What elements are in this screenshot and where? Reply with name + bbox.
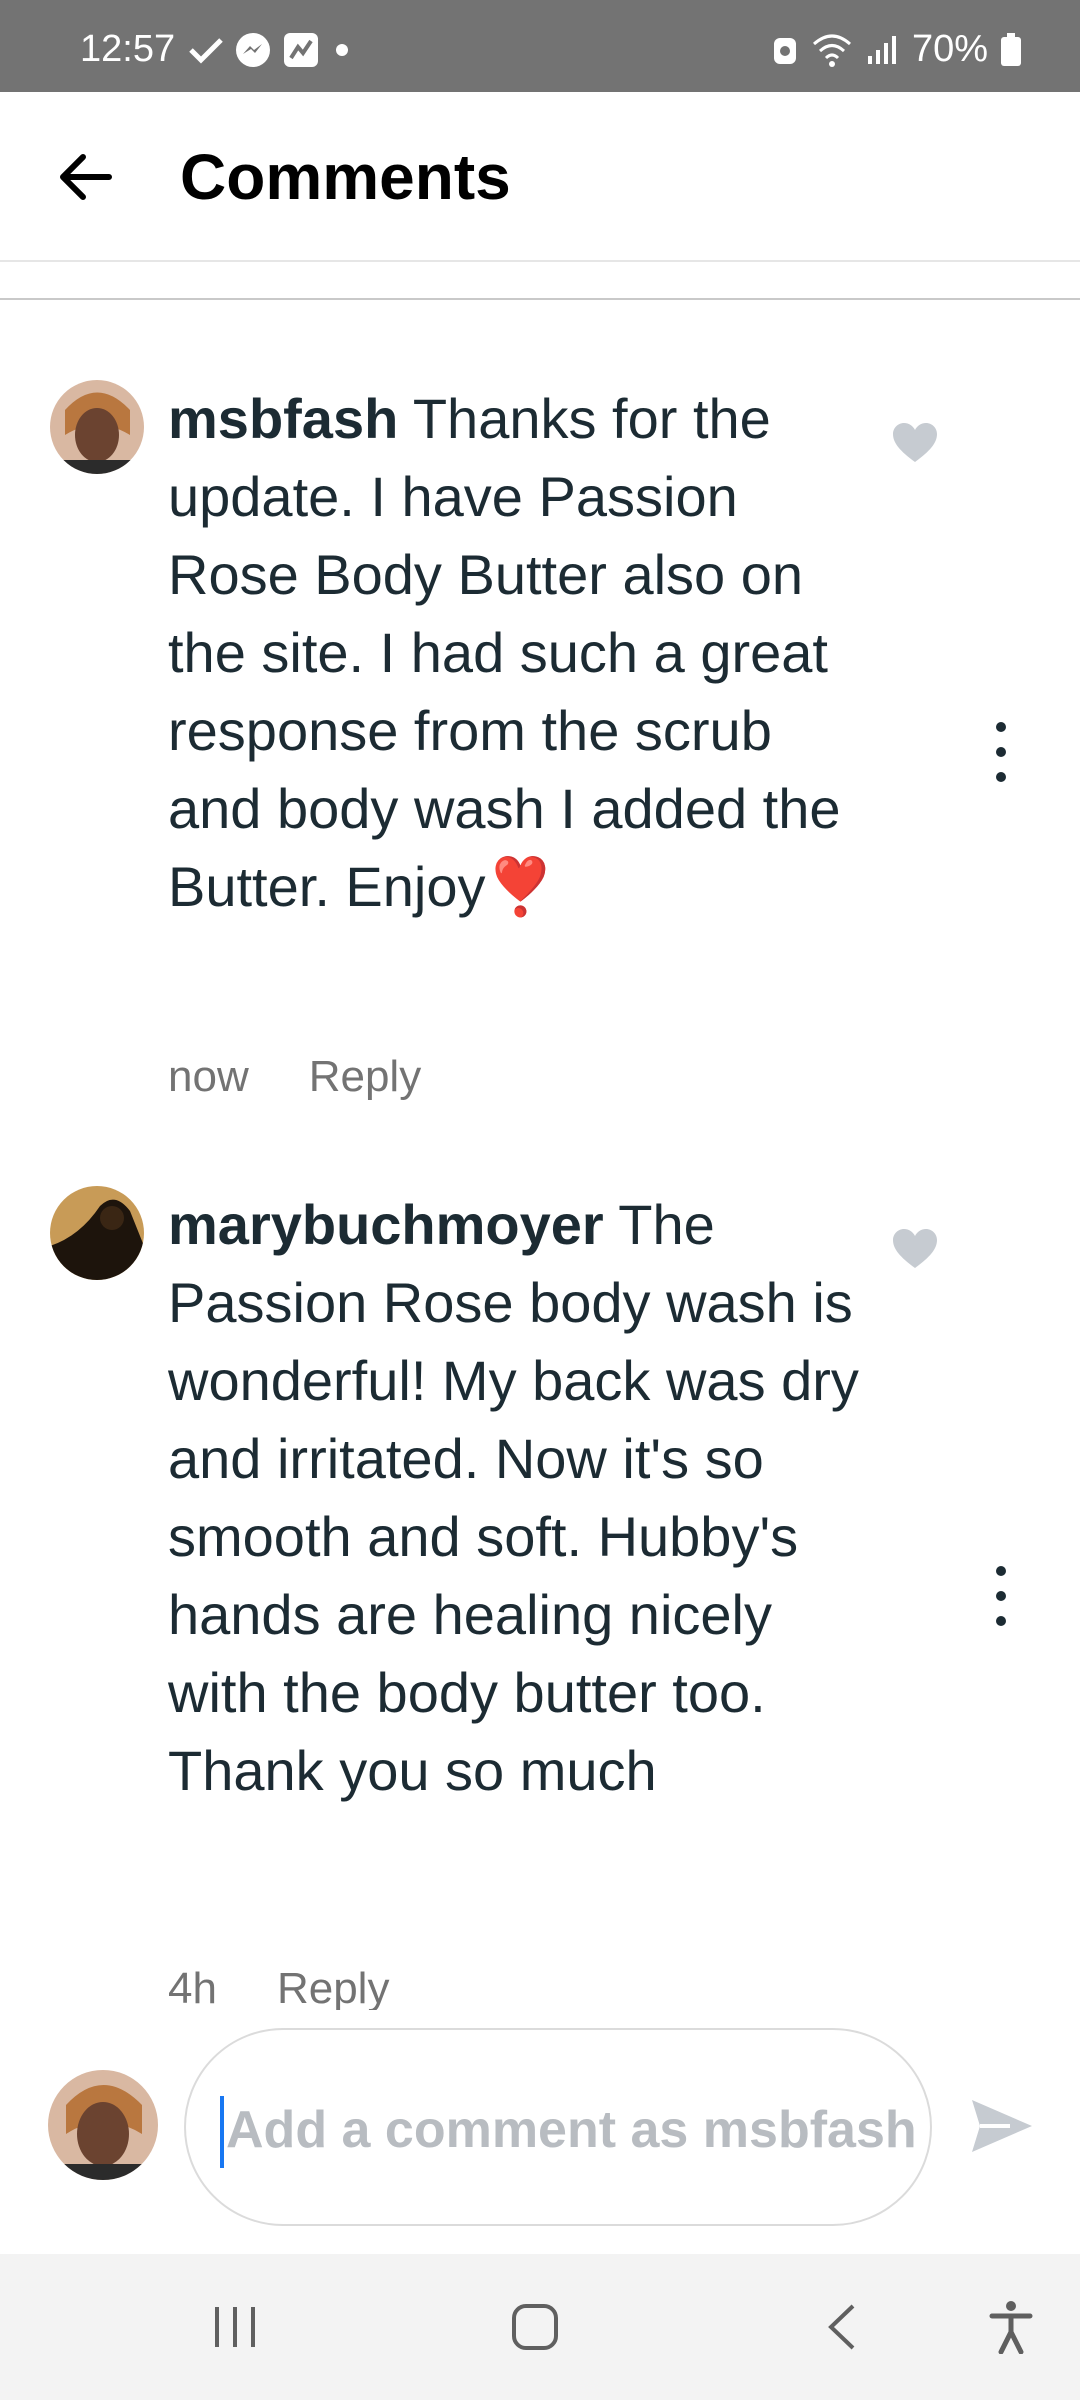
- comment-time: now: [168, 1052, 249, 1101]
- comment-composer: Add a comment as msbfash: [0, 2010, 1080, 2250]
- comment-text: marybuchmoyer The Passion Rose body wash…: [168, 1186, 878, 1810]
- header: Comments: [0, 92, 1080, 262]
- status-notification-icons: [188, 30, 354, 70]
- like-heart-icon[interactable]: [892, 1228, 938, 1270]
- comment-input-placeholder: Add a comment as msbfash: [226, 2101, 917, 2159]
- messenger-icon: [236, 33, 270, 67]
- comment-body-text: Thanks for the update. I have Passion Ro…: [168, 387, 841, 918]
- avatar[interactable]: [50, 1186, 144, 1280]
- like-heart-icon[interactable]: [892, 422, 938, 464]
- system-navigation-bar: [0, 2254, 1080, 2400]
- divider: [0, 298, 1080, 300]
- comment-input[interactable]: Add a comment as msbfash: [184, 2028, 932, 2226]
- comment-time: 4h: [168, 1964, 217, 2013]
- dot-icon: [336, 44, 348, 56]
- status-time: 12:57: [80, 28, 176, 70]
- battery-percent: 70%: [911, 28, 988, 70]
- send-icon[interactable]: [970, 2096, 1034, 2156]
- chevron-left-icon: [828, 2304, 855, 2350]
- text-caret: [220, 2096, 224, 2168]
- check-icon: [189, 38, 223, 64]
- back-button[interactable]: [52, 144, 118, 210]
- comment-username[interactable]: marybuchmoyer: [168, 1193, 604, 1256]
- back-nav-button[interactable]: [796, 2254, 886, 2400]
- recent-apps-icon: [215, 2307, 255, 2347]
- recent-apps-button[interactable]: [190, 2254, 280, 2400]
- current-user-avatar: [48, 2070, 158, 2180]
- arrow-left-icon: [60, 154, 112, 200]
- heart-exclamation-emoji: ❣️: [485, 855, 556, 918]
- app-notification-icon: [284, 33, 318, 67]
- status-bar: 12:57 70%: [0, 0, 1080, 92]
- status-right: 70%: [772, 28, 1022, 71]
- comment-username[interactable]: msbfash: [168, 387, 398, 450]
- accessibility-icon: [989, 2301, 1033, 2354]
- home-icon: [512, 2304, 558, 2350]
- more-options-icon[interactable]: [986, 1566, 1016, 1626]
- signal-icon: [867, 35, 896, 64]
- avatar[interactable]: [50, 380, 144, 474]
- battery-icon: [1001, 32, 1021, 66]
- comment-meta: now Reply: [168, 1052, 421, 1102]
- comment-body-text: The Passion Rose body wash is wonderful!…: [168, 1193, 859, 1802]
- comment-meta: 4h Reply: [168, 1964, 389, 2014]
- reply-button[interactable]: Reply: [309, 1052, 422, 1102]
- recycle-icon: [773, 37, 796, 64]
- comment-text: msbfash Thanks for the update. I have Pa…: [168, 380, 878, 926]
- reply-button[interactable]: Reply: [277, 1964, 390, 2014]
- home-button[interactable]: [490, 2254, 580, 2400]
- wifi-icon: [812, 34, 851, 67]
- accessibility-button[interactable]: [966, 2254, 1056, 2400]
- page-title: Comments: [180, 141, 511, 213]
- more-options-icon[interactable]: [986, 722, 1016, 782]
